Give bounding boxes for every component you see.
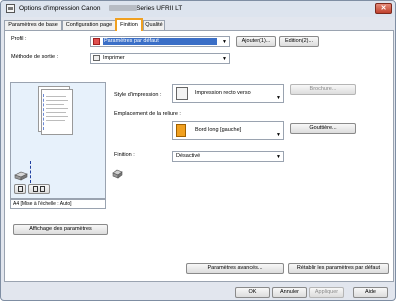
redacted-model-name — [109, 5, 137, 11]
ok-button[interactable]: OK — [235, 287, 270, 298]
add-profile-button[interactable]: Ajouter(1)... — [236, 36, 276, 47]
window-title-prefix: Options d'impression Canon — [19, 5, 101, 12]
close-button[interactable]: ✕ — [375, 3, 392, 14]
finishing-select[interactable]: Désactivé ▼ — [172, 151, 284, 162]
finishing-value: Désactivé — [176, 153, 201, 159]
chevron-down-icon: ▼ — [276, 132, 281, 138]
binding-location-value: Bord long [gauche] — [195, 127, 242, 133]
chevron-down-icon: ▼ — [222, 39, 227, 45]
output-method-label: Méthode de sortie : — [11, 54, 59, 60]
preview-page-front — [41, 89, 73, 135]
binding-edge-icon — [176, 124, 186, 137]
printer-app-icon — [6, 4, 15, 13]
tab-page-setup[interactable]: Configuration page — [62, 20, 116, 30]
print-options-window: Options d'impression Canon Series UFRII … — [0, 0, 396, 301]
binding-location-label: Emplacement de la reliure : — [114, 111, 181, 117]
chevron-down-icon: ▼ — [276, 154, 281, 160]
output-method-value: Imprimer — [103, 55, 125, 61]
finishing-panel: Profil : Paramètres par défaut ▼ Ajouter… — [4, 30, 394, 282]
advanced-settings-button[interactable]: Paramètres avancés... — [186, 263, 284, 274]
stack-icon — [112, 168, 123, 179]
window-title-suffix: Series UFRII LT — [136, 5, 183, 12]
cancel-button[interactable]: Annuler — [272, 287, 307, 298]
tab-basic-settings[interactable]: Paramètres de base — [4, 20, 62, 30]
print-style-label: Style d'impression : — [114, 92, 162, 98]
profile-label: Profil : — [11, 36, 27, 42]
single-page-view-button[interactable] — [14, 184, 26, 194]
page-icon — [40, 186, 45, 192]
print-style-value: Impression recto verso — [195, 90, 251, 96]
preview-caption: A4 [Mise à l'échelle : Auto] — [10, 199, 106, 209]
output-tray-icon — [14, 169, 28, 181]
tab-finishing[interactable]: Finition — [115, 18, 143, 31]
gutter-button[interactable]: Gouttière... — [290, 123, 356, 134]
help-button[interactable]: Aide — [353, 287, 388, 298]
dialog-footer: OK Annuler Appliquer Aide — [1, 284, 395, 300]
restore-defaults-button[interactable]: Rétablir les paramètres par défaut — [288, 263, 389, 274]
tab-quality[interactable]: Qualité — [143, 20, 165, 30]
profile-icon — [93, 38, 100, 45]
title-bar: Options d'impression Canon Series UFRII … — [1, 1, 395, 17]
page-icon — [33, 186, 38, 192]
chevron-down-icon: ▼ — [276, 95, 281, 101]
edit-profile-button[interactable]: Edition(2)... — [279, 36, 319, 47]
chevron-down-icon: ▼ — [222, 56, 227, 62]
show-settings-button[interactable]: Affichage des paramètres — [13, 224, 108, 235]
output-method-select[interactable]: Imprimer ▼ — [90, 53, 230, 64]
page-icon — [17, 186, 23, 192]
duplex-view-button[interactable] — [28, 184, 50, 194]
finishing-label: Finition : — [114, 152, 135, 158]
apply-button[interactable]: Appliquer — [309, 287, 344, 298]
booklet-button[interactable]: Brochure... — [290, 84, 356, 95]
binding-location-select[interactable]: Bord long [gauche] ▼ — [172, 121, 284, 140]
print-style-select[interactable]: Impression recto verso ▼ — [172, 84, 284, 103]
profile-select[interactable]: Paramètres par défaut ▼ — [90, 36, 230, 47]
preview-pane — [10, 82, 106, 199]
window-title: Options d'impression Canon Series UFRII … — [19, 5, 182, 12]
duplex-icon — [176, 87, 188, 100]
profile-value: Paramètres par défaut — [104, 38, 159, 44]
printer-icon — [93, 55, 100, 61]
binding-guide-line — [30, 161, 32, 183]
